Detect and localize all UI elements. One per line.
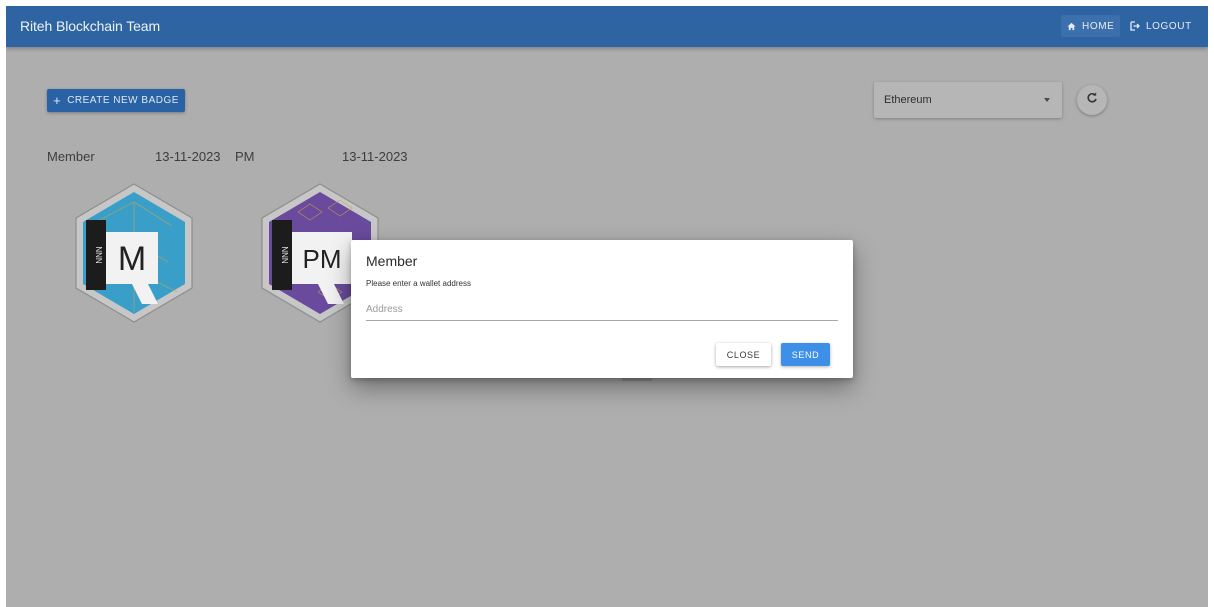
top-app-bar: Riteh Blockchain Team HOME LOGOUT (6, 6, 1208, 47)
send-badge-dialog: Member Please enter a wallet address CLO… (351, 240, 853, 378)
caret-down-icon (1044, 98, 1050, 102)
logout-button[interactable]: LOGOUT (1124, 15, 1198, 37)
dialog-title: Member (366, 253, 418, 269)
logout-icon (1130, 21, 1140, 31)
badge-letters: M (118, 240, 146, 278)
refresh-button[interactable] (1077, 85, 1107, 115)
refresh-icon (1086, 91, 1098, 109)
badge-date-label: 13-11-2023 (155, 149, 221, 164)
network-select-value: Ethereum (884, 94, 932, 106)
home-button[interactable]: HOME (1061, 15, 1121, 37)
wallet-address-input[interactable] (366, 299, 838, 321)
plus-icon: + (53, 93, 62, 108)
send-button[interactable]: SEND (781, 343, 830, 366)
badge-name-label-2: PM (235, 149, 255, 164)
logout-label: LOGOUT (1146, 20, 1192, 32)
badge-side-text-2: NNN (280, 246, 289, 264)
badge-letters-2: PM (303, 244, 342, 274)
badge-name-label: Member (47, 149, 95, 164)
dialog-description: Please enter a wallet address (366, 279, 471, 288)
brand-title: Riteh Blockchain Team (20, 18, 161, 34)
app-background: Riteh Blockchain Team HOME LOGOUT + CREA… (6, 6, 1208, 607)
badge-side-text: NNN (94, 246, 103, 264)
home-label: HOME (1082, 20, 1115, 32)
home-icon (1067, 22, 1076, 31)
badge-date-label-2: 13-11-2023 (342, 149, 408, 164)
create-new-badge-label: CREATE NEW BADGE (67, 95, 179, 106)
member-badge-image[interactable]: NNN M (72, 182, 196, 324)
network-select[interactable]: Ethereum (874, 82, 1062, 118)
create-new-badge-button[interactable]: + CREATE NEW BADGE (47, 89, 185, 112)
close-button[interactable]: CLOSE (716, 343, 771, 366)
